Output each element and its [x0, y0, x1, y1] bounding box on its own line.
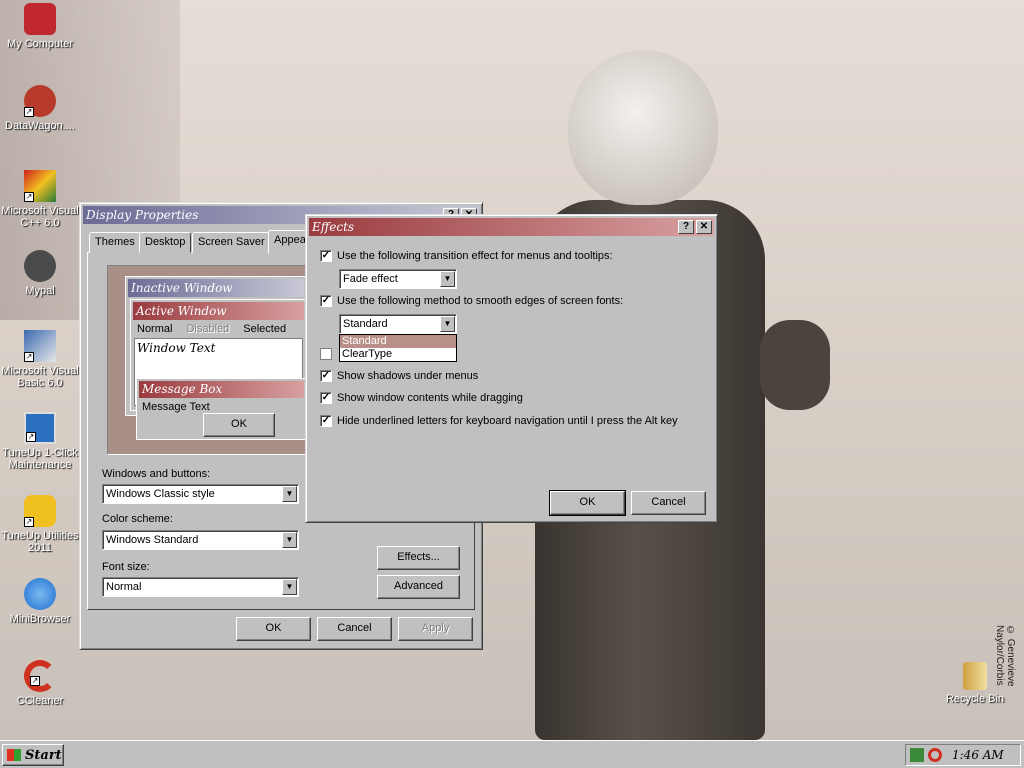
visual-basic-icon: ↗	[24, 330, 56, 362]
hide-underline-checkbox[interactable]: ✓ Hide underlined letters for keyboard n…	[320, 415, 678, 427]
preview-inactive-title: Inactive Window	[128, 279, 304, 297]
desktop-icon-mypal[interactable]: Mypal	[0, 250, 80, 297]
chevron-down-icon[interactable]: ▼	[282, 486, 297, 502]
checkbox-box[interactable]: ✓	[320, 415, 332, 427]
checkbox-box[interactable]: ✓	[320, 370, 332, 382]
windows-buttons-label: Windows and buttons:	[102, 468, 211, 480]
smooth-fonts-checkbox[interactable]: ✓ Use the following method to smooth edg…	[320, 295, 623, 307]
desktop-icon-tuneup-utilities[interactable]: ↗ TuneUp Utilities 2011	[0, 495, 80, 554]
desktop-icon-recycle-bin[interactable]: Recycle Bin	[935, 662, 1015, 705]
smooth-fonts-dropdown-list: Standard ClearType	[339, 334, 457, 362]
font-size-label: Font size:	[102, 561, 150, 573]
effects-dialog: Effects ? ✕ ✓ Use the following transiti…	[305, 214, 718, 523]
monitor-icon: ↗	[24, 412, 56, 444]
color-scheme-select[interactable]: Windows Standard ▼	[102, 530, 299, 550]
taskbar: Start 1:46 AM	[0, 740, 1024, 768]
clock[interactable]: 1:46 AM	[952, 748, 1004, 762]
effects-cancel-button[interactable]: Cancel	[631, 491, 706, 515]
effects-titlebar[interactable]: Effects ? ✕	[309, 218, 714, 236]
checkbox-box[interactable]: ✓	[320, 250, 332, 262]
preview-message-box: Message Box Message Text OK	[136, 378, 307, 440]
display-apply-button[interactable]: Apply	[398, 617, 473, 641]
preview-menu-normal: Normal	[137, 323, 173, 335]
chevron-down-icon[interactable]: ▼	[440, 271, 455, 287]
effects-close-button[interactable]: ✕	[696, 220, 712, 234]
preview-menu-disabled: Disabled	[186, 323, 230, 335]
ccleaner-icon: ↗	[24, 660, 56, 692]
transition-effect-select[interactable]: Fade effect ▼	[339, 269, 457, 289]
effects-ok-button[interactable]: OK	[549, 490, 626, 516]
wallpaper-hat	[568, 50, 718, 205]
windows-logo-icon	[7, 749, 21, 761]
recycle-bin-icon	[963, 662, 987, 690]
tab-appearance[interactable]: Appea	[268, 230, 308, 254]
visual-cpp-icon: ↗	[24, 170, 56, 202]
color-scheme-label: Color scheme:	[102, 513, 173, 525]
checkbox-box[interactable]: ✓	[320, 295, 332, 307]
chevron-down-icon[interactable]: ▼	[282, 579, 297, 595]
desktop-icon-visual-cpp[interactable]: ↗ Microsoft Visual C++ 6.0	[0, 170, 80, 229]
menu-shadows-checkbox[interactable]: ✓ Show shadows under menus	[320, 370, 478, 382]
preview-menu-selected: Selected	[243, 323, 287, 335]
hidden-checkbox-edge	[320, 348, 332, 360]
display-cancel-button[interactable]: Cancel	[317, 617, 392, 641]
tuneup-icon: ↗	[24, 495, 56, 527]
preview-active-title: Active Window	[133, 302, 304, 320]
display-ok-button[interactable]: OK	[236, 617, 311, 641]
chevron-down-icon[interactable]: ▼	[282, 532, 297, 548]
effects-help-button[interactable]: ?	[678, 220, 694, 234]
desktop-icon-tuneup-maintenance[interactable]: ↗ TuneUp 1-Click Maintenance	[0, 412, 80, 471]
desktop-icon-ccleaner[interactable]: ↗ CCleaner	[0, 660, 80, 707]
desktop-icon-my-computer[interactable]: My Computer	[0, 3, 80, 50]
network-tray-icon[interactable]	[910, 748, 924, 762]
desktop-icon-minibrowser[interactable]: MiniBrowser	[0, 578, 80, 625]
windows-buttons-select[interactable]: Windows Classic style ▼	[102, 484, 299, 504]
checkbox-box[interactable]: ✓	[320, 392, 332, 404]
preview-message-text: Message Text	[142, 401, 210, 413]
system-tray: 1:46 AM	[905, 744, 1021, 766]
tab-themes[interactable]: Themes	[89, 232, 141, 253]
desktop-icon-datawagon[interactable]: ↗ DataWagon....	[0, 85, 80, 132]
effects-title: Effects	[312, 220, 355, 234]
desktop-icon-visual-basic[interactable]: ↗ Microsoft Visual Basic 6.0	[0, 330, 80, 389]
chevron-down-icon[interactable]: ▼	[440, 316, 455, 332]
drag-contents-checkbox[interactable]: ✓ Show window contents while dragging	[320, 392, 523, 404]
advanced-button[interactable]: Advanced	[377, 575, 460, 599]
transition-effect-checkbox[interactable]: ✓ Use the following transition effect fo…	[320, 250, 613, 262]
wallpaper-figure-arm	[760, 320, 830, 410]
smooth-fonts-select[interactable]: Standard ▼	[339, 314, 457, 334]
shortcut-icon: ↗	[24, 85, 56, 117]
raccoon-icon	[24, 250, 56, 282]
dropdown-option-cleartype[interactable]: ClearType	[340, 348, 456, 361]
briefcase-icon	[24, 3, 56, 35]
preview-ok-button: OK	[203, 413, 275, 437]
preview-menu-bar: Normal Disabled Selected	[131, 322, 306, 336]
preview-message-title: Message Box	[139, 381, 304, 398]
tab-desktop[interactable]: Desktop	[139, 232, 192, 253]
globe-icon	[24, 578, 56, 610]
effects-button[interactable]: Effects...	[377, 546, 460, 570]
font-size-select[interactable]: Normal ▼	[102, 577, 299, 597]
tab-screen-saver[interactable]: Screen Saver	[192, 232, 271, 253]
dropdown-option-standard[interactable]: Standard	[340, 335, 456, 348]
start-button[interactable]: Start	[2, 744, 64, 766]
ccleaner-tray-icon[interactable]	[928, 748, 942, 762]
